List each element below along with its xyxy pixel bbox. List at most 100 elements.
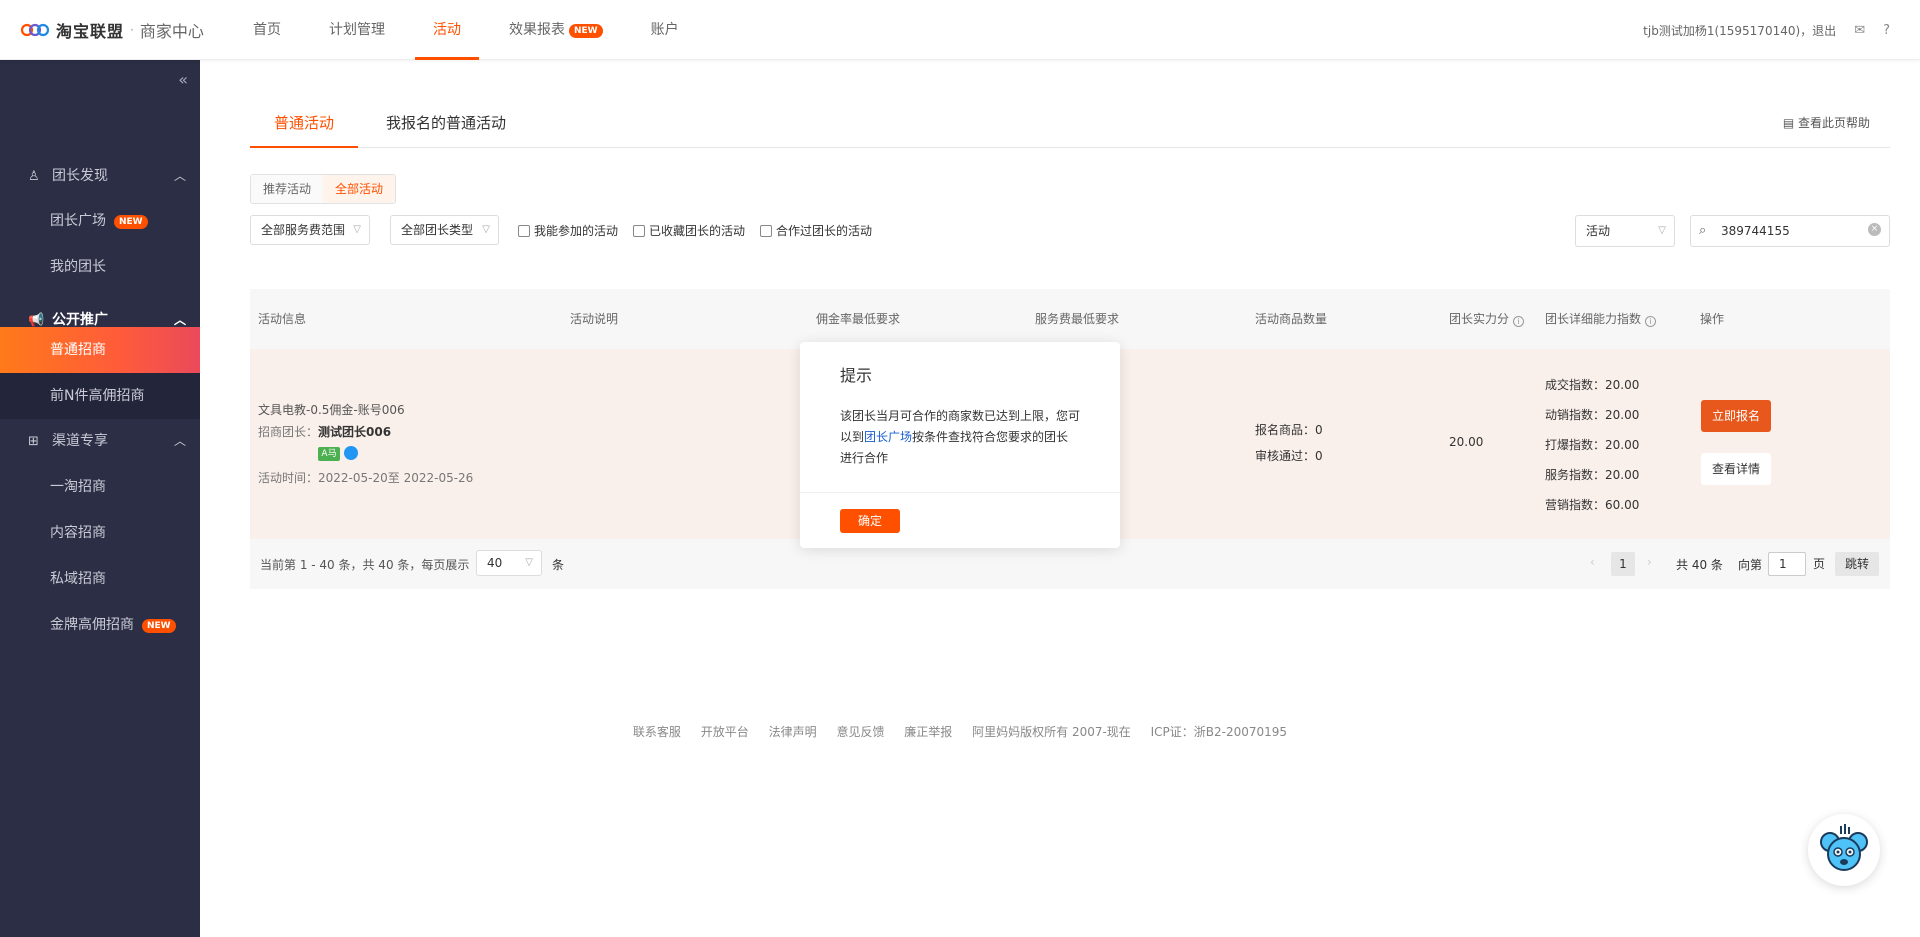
sidebar-item-private-domain[interactable]: 私域招商 <box>0 556 200 602</box>
nav-activities[interactable]: 活动 <box>415 0 479 60</box>
nav-home[interactable]: 首页 <box>235 0 299 60</box>
page-number[interactable]: 1 <box>1611 552 1635 576</box>
leader-type-select[interactable]: 全部团长类型 ▽ <box>390 215 499 245</box>
brand-subtitle: 商家中心 <box>139 22 204 41</box>
column-label: 团长实力分 <box>1449 312 1510 326</box>
confirm-button[interactable]: 确定 <box>840 509 900 533</box>
activity-title: 文具电教-0.5佣金-账号006 <box>258 403 405 417</box>
nav-activities-label: 活动 <box>433 22 461 38</box>
hierarchy-icon: ⊞ <box>28 434 39 449</box>
sidebar-item-label: 一淘招商 <box>50 479 106 495</box>
chevron-down-icon: ▽ <box>353 224 361 235</box>
footer-link-integrity-report[interactable]: 廉正举报 <box>904 725 952 739</box>
group-label: 公开推广 <box>52 312 108 328</box>
select-value: 活动 <box>1586 224 1611 238</box>
view-details-button[interactable]: 查看详情 <box>1701 453 1771 485</box>
checkbox-cooperated-leaders[interactable]: 合作过团长的活动 <box>760 222 872 239</box>
help-link[interactable]: ▤ 查看此页帮助 <box>1783 114 1870 131</box>
dialog-title: 提示 <box>840 366 873 385</box>
question-icon[interactable]: ? <box>1883 23 1890 38</box>
goto-page-input[interactable]: 1 <box>1768 552 1806 576</box>
jump-button[interactable]: 跳转 <box>1835 552 1880 576</box>
top-bar: 淘宝联盟 · 商家中心 首页 计划管理 活动 效果报表 NEW 账户 tjb测试加… <box>0 0 1920 60</box>
prev-page-icon[interactable]: ‹ <box>1590 555 1595 569</box>
column-actions: 操作 <box>1700 312 1725 326</box>
checkbox-box <box>518 224 530 237</box>
nav-plan-management[interactable]: 计划管理 <box>311 0 403 60</box>
index-service: 服务指数：20.00 <box>1545 468 1640 482</box>
checkbox-box <box>633 224 645 237</box>
checkbox-label: 我能参加的活动 <box>534 224 619 238</box>
sidebar-item-label: 普通招商 <box>50 342 106 358</box>
sidebar-item-label: 私域招商 <box>50 571 106 587</box>
tab-regular-activities[interactable]: 普通活动 <box>250 104 359 148</box>
select-value: 40 <box>487 556 503 570</box>
footer-link-open-platform[interactable]: 开放平台 <box>701 725 749 739</box>
brand-separator: · <box>130 23 134 37</box>
info-icon[interactable]: i <box>1645 316 1657 327</box>
column-activity-info: 活动信息 <box>258 312 307 326</box>
logout-link[interactable]: ，退出 <box>1800 22 1836 39</box>
double-chevron-left-icon[interactable]: « <box>178 70 188 89</box>
sidebar-item-gold-high-commission[interactable]: 金牌高佣招商 NEW <box>0 602 200 648</box>
page-unit: 页 <box>1813 557 1826 571</box>
checkbox-label: 合作过团长的活动 <box>776 224 873 238</box>
column-leader-indices: 团长详细能力指数 i <box>1545 289 1657 349</box>
sidebar-group-channel-exclusive[interactable]: ⊞ 渠道专享 ︿ <box>0 418 200 464</box>
segment-all[interactable]: 全部活动 <box>323 175 396 203</box>
sidebar-item-etao-recruitment[interactable]: 一淘招商 <box>0 464 200 510</box>
nav-reports[interactable]: 效果报表 NEW <box>491 0 621 60</box>
column-activity-description: 活动说明 <box>570 312 619 326</box>
page-size-select[interactable]: 40 ▽ <box>476 550 542 576</box>
brand-name: 淘宝联盟 <box>56 22 125 41</box>
sidebar-item-my-leaders[interactable]: 我的团长 <box>0 244 200 290</box>
document-icon: ▤ <box>1782 116 1798 130</box>
assistant-mascot-button[interactable] <box>1808 814 1880 886</box>
chevron-down-icon: ▽ <box>525 557 533 568</box>
service-range-select[interactable]: 全部服务费范围 ▽ <box>250 215 370 245</box>
column-min-service-fee: 服务费最低要求 <box>1035 312 1120 326</box>
search-box: ⌕ × <box>1690 215 1890 247</box>
column-goods-count: 活动商品数量 <box>1255 312 1328 326</box>
leader-score: 20.00 <box>1449 435 1484 449</box>
goto-label: 向第 <box>1738 558 1763 572</box>
info-icon[interactable]: i <box>1513 316 1525 327</box>
sidebar-item-top-n-high-commission[interactable]: 前N件高佣招商 <box>0 373 200 419</box>
footer-link-feedback[interactable]: 意见反馈 <box>836 725 884 739</box>
footer-link-support[interactable]: 联系客服 <box>633 725 681 739</box>
logo[interactable]: 淘宝联盟 · 商家中心 <box>20 18 204 42</box>
new-badge: NEW <box>142 619 176 633</box>
apply-now-button[interactable]: 立即报名 <box>1701 400 1771 432</box>
leader-name[interactable]: 测试团长006 <box>318 425 391 439</box>
segment-recommended[interactable]: 推荐活动 <box>251 175 324 203</box>
sidebar-item-label: 前N件高佣招商 <box>50 388 145 404</box>
sidebar-item-label: 内容招商 <box>50 525 106 541</box>
tab-bar: 普通活动 我报名的普通活动 ▤ 查看此页帮助 <box>250 104 1890 148</box>
column-label: 团长详细能力指数 <box>1545 312 1642 326</box>
checkbox-favorited-leaders[interactable]: 已收藏团长的活动 <box>633 222 745 239</box>
next-page-icon[interactable]: › <box>1647 555 1652 569</box>
search-input[interactable] <box>1721 222 1861 240</box>
leader-square-link[interactable]: 团长广场 <box>864 430 912 444</box>
checkbox-can-join[interactable]: 我能参加的活动 <box>518 222 618 239</box>
sidebar-item-label: 我的团长 <box>50 259 106 275</box>
sidebar-item-regular-recruitment[interactable]: 普通招商 <box>0 327 200 373</box>
tab-my-registered-activities[interactable]: 我报名的普通活动 <box>386 104 506 148</box>
sidebar-item-leader-square[interactable]: 团长广场 NEW <box>0 198 200 244</box>
mascot-icon <box>1820 824 1868 871</box>
table-header: 活动信息 活动说明 佣金率最低要求 服务费最低要求 活动商品数量 团长实力分 i … <box>250 289 1890 349</box>
mail-icon[interactable]: ✉ <box>1854 23 1865 38</box>
clear-icon[interactable]: × <box>1868 223 1881 236</box>
sidebar-item-content-recruitment[interactable]: 内容招商 <box>0 510 200 556</box>
sidebar-item-label: 团长广场 <box>50 213 106 229</box>
goods-approved: 审核通过：0 <box>1255 449 1323 463</box>
footer-link-legal[interactable]: 法律声明 <box>769 725 817 739</box>
logo-icon <box>20 23 50 37</box>
index-marketing: 营销指数：60.00 <box>1545 498 1640 512</box>
nav-account[interactable]: 账户 <box>633 0 697 60</box>
time-label: 活动时间： <box>258 471 319 485</box>
search-type-select[interactable]: 活动 ▽ <box>1575 215 1675 247</box>
sidebar-group-leader-discovery[interactable]: ♙ 团长发现 ︿ <box>0 153 200 199</box>
column-min-commission: 佣金率最低要求 <box>816 312 901 326</box>
footer-icp[interactable]: ICP证：浙B2-20070195 <box>1151 725 1287 739</box>
